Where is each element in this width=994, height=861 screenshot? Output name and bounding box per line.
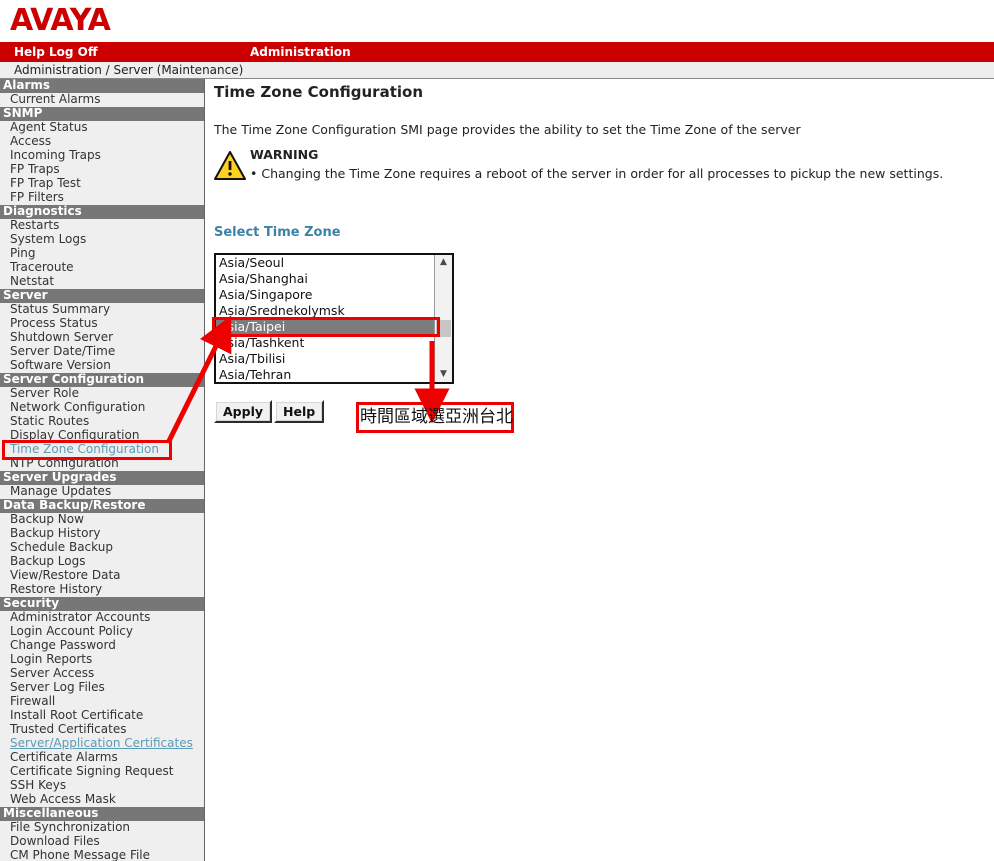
sidebar-item-download-files[interactable]: Download Files [0, 835, 204, 849]
sidebar-item-file-synchronization[interactable]: File Synchronization [0, 821, 204, 835]
timezone-option[interactable]: Asia/Singapore [216, 287, 434, 303]
sidebar-group-header: Server Configuration [0, 373, 204, 387]
timezone-option[interactable]: Asia/Tashkent [216, 335, 434, 351]
sidebar-item-backup-history[interactable]: Backup History [0, 527, 204, 541]
sidebar-item-process-status[interactable]: Process Status [0, 317, 204, 331]
timezone-option[interactable]: Asia/Srednekolymsk [216, 303, 434, 319]
sidebar-item-status-summary[interactable]: Status Summary [0, 303, 204, 317]
page-intro-text: The Time Zone Configuration SMI page pro… [214, 122, 801, 137]
sidebar-group-header: Diagnostics [0, 205, 204, 219]
help-button[interactable]: Help [274, 400, 325, 423]
sidebar-group-header: Server Upgrades [0, 471, 204, 485]
sidebar-navigation: Alarms Current Alarms SNMP Agent Status Acce… [0, 79, 205, 861]
timezone-option[interactable]: Asia/Shanghai [216, 271, 434, 287]
sidebar-item-server-log-files[interactable]: Server Log Files [0, 681, 204, 695]
sidebar-item-netstat[interactable]: Netstat [0, 275, 204, 289]
scroll-up-arrow-icon[interactable]: ▲ [435, 255, 452, 270]
menu-label-administration: Administration [250, 45, 351, 59]
sidebar-group-header: Server [0, 289, 204, 303]
sidebar-group-header: Miscellaneous [0, 807, 204, 821]
sidebar-item-shutdown-server[interactable]: Shutdown Server [0, 331, 204, 345]
sidebar-group-header: Security [0, 597, 204, 611]
sidebar-item-install-root-certificate[interactable]: Install Root Certificate [0, 709, 204, 723]
sidebar-item-cm-phone-message-file[interactable]: CM Phone Message File [0, 849, 204, 861]
menu-item-help[interactable]: Help [14, 44, 45, 60]
sidebar-item-view-restore-data[interactable]: View/Restore Data [0, 569, 204, 583]
sidebar-item-incoming-traps[interactable]: Incoming Traps [0, 149, 204, 163]
bullet-icon: • [250, 166, 258, 181]
sidebar-item-server-date-time[interactable]: Server Date/Time [0, 345, 204, 359]
sidebar-item-system-logs[interactable]: System Logs [0, 233, 204, 247]
sidebar-item-ping[interactable]: Ping [0, 247, 204, 261]
scrollbar-thumb[interactable] [436, 320, 451, 337]
sidebar-item-network-configuration[interactable]: Network Configuration [0, 401, 204, 415]
sidebar-item-ntp-configuration[interactable]: NTP Configuration [0, 457, 204, 471]
sidebar-item-software-version[interactable]: Software Version [0, 359, 204, 373]
top-menu-bar: Help Log Off Administration [0, 42, 994, 62]
sidebar-item-certificate-signing-request[interactable]: Certificate Signing Request [0, 765, 204, 779]
sidebar-item-fp-filters[interactable]: FP Filters [0, 191, 204, 205]
sidebar-item-firewall[interactable]: Firewall [0, 695, 204, 709]
timezone-option[interactable]: Asia/Tbilisi [216, 351, 434, 367]
sidebar-item-trusted-certificates[interactable]: Trusted Certificates [0, 723, 204, 737]
sidebar-item-web-access-mask[interactable]: Web Access Mask [0, 793, 204, 807]
warning-message: • Changing the Time Zone requires a rebo… [250, 166, 943, 181]
sidebar-item-change-password[interactable]: Change Password [0, 639, 204, 653]
timezone-listbox[interactable]: Asia/Seoul Asia/Shanghai Asia/Singapore Asi… [214, 253, 454, 384]
callout-text: 時間區域選亞洲台北 [360, 407, 513, 427]
warning-triangle-icon [214, 151, 246, 180]
sidebar-item-access[interactable]: Access [0, 135, 204, 149]
sidebar-item-manage-updates[interactable]: Manage Updates [0, 485, 204, 499]
sidebar-item-traceroute[interactable]: Traceroute [0, 261, 204, 275]
sidebar-group-header: Alarms [0, 79, 204, 93]
svg-text:AVAYA: AVAYA [10, 3, 112, 37]
sidebar-item-server-application-certificates[interactable]: Server/Application Certificates [0, 737, 204, 751]
timezone-option[interactable]: Asia/Seoul [216, 255, 434, 271]
main-content: Time Zone Configuration The Time Zone Co… [206, 79, 994, 861]
warning-message-text: Changing the Time Zone requires a reboot… [261, 166, 944, 181]
sidebar-item-current-alarms[interactable]: Current Alarms [0, 93, 204, 107]
select-timezone-label: Select Time Zone [214, 225, 341, 240]
sidebar-item-agent-status[interactable]: Agent Status [0, 121, 204, 135]
page-title: Time Zone Configuration [214, 83, 423, 101]
sidebar-item-fp-traps[interactable]: FP Traps [0, 163, 204, 177]
sidebar-item-restarts[interactable]: Restarts [0, 219, 204, 233]
scroll-down-arrow-icon[interactable]: ▼ [435, 367, 452, 382]
listbox-scrollbar[interactable]: ▲ ▼ [434, 255, 452, 382]
sidebar-item-schedule-backup[interactable]: Schedule Backup [0, 541, 204, 555]
sidebar-item-administrator-accounts[interactable]: Administrator Accounts [0, 611, 204, 625]
menu-item-log-off[interactable]: Log Off [49, 44, 98, 60]
sidebar-item-static-routes[interactable]: Static Routes [0, 415, 204, 429]
sidebar-item-restore-history[interactable]: Restore History [0, 583, 204, 597]
sidebar-item-login-account-policy[interactable]: Login Account Policy [0, 625, 204, 639]
breadcrumb: Administration / Server (Maintenance) [0, 62, 994, 79]
page-root: AVAYA Help Log Off Administration Admini… [0, 0, 994, 861]
logo-band: AVAYA [0, 0, 994, 42]
sidebar-item-backup-now[interactable]: Backup Now [0, 513, 204, 527]
sidebar-item-time-zone-configuration[interactable]: Time Zone Configuration [0, 443, 204, 457]
sidebar-item-fp-trap-test[interactable]: FP Trap Test [0, 177, 204, 191]
avaya-logo: AVAYA [10, 3, 130, 37]
timezone-option[interactable]: Asia/Tehran [216, 367, 434, 382]
sidebar-item-certificate-alarms[interactable]: Certificate Alarms [0, 751, 204, 765]
sidebar-item-server-access[interactable]: Server Access [0, 667, 204, 681]
sidebar-item-server-role[interactable]: Server Role [0, 387, 204, 401]
apply-button[interactable]: Apply [214, 400, 273, 423]
sidebar-group-header: Data Backup/Restore [0, 499, 204, 513]
timezone-option[interactable]: Asia/Taipei [216, 319, 434, 335]
sidebar-item-login-reports[interactable]: Login Reports [0, 653, 204, 667]
sidebar-item-backup-logs[interactable]: Backup Logs [0, 555, 204, 569]
sidebar-group-header: SNMP [0, 107, 204, 121]
warning-title: WARNING [250, 147, 319, 162]
sidebar-item-display-configuration[interactable]: Display Configuration [0, 429, 204, 443]
sidebar-item-ssh-keys[interactable]: SSH Keys [0, 779, 204, 793]
